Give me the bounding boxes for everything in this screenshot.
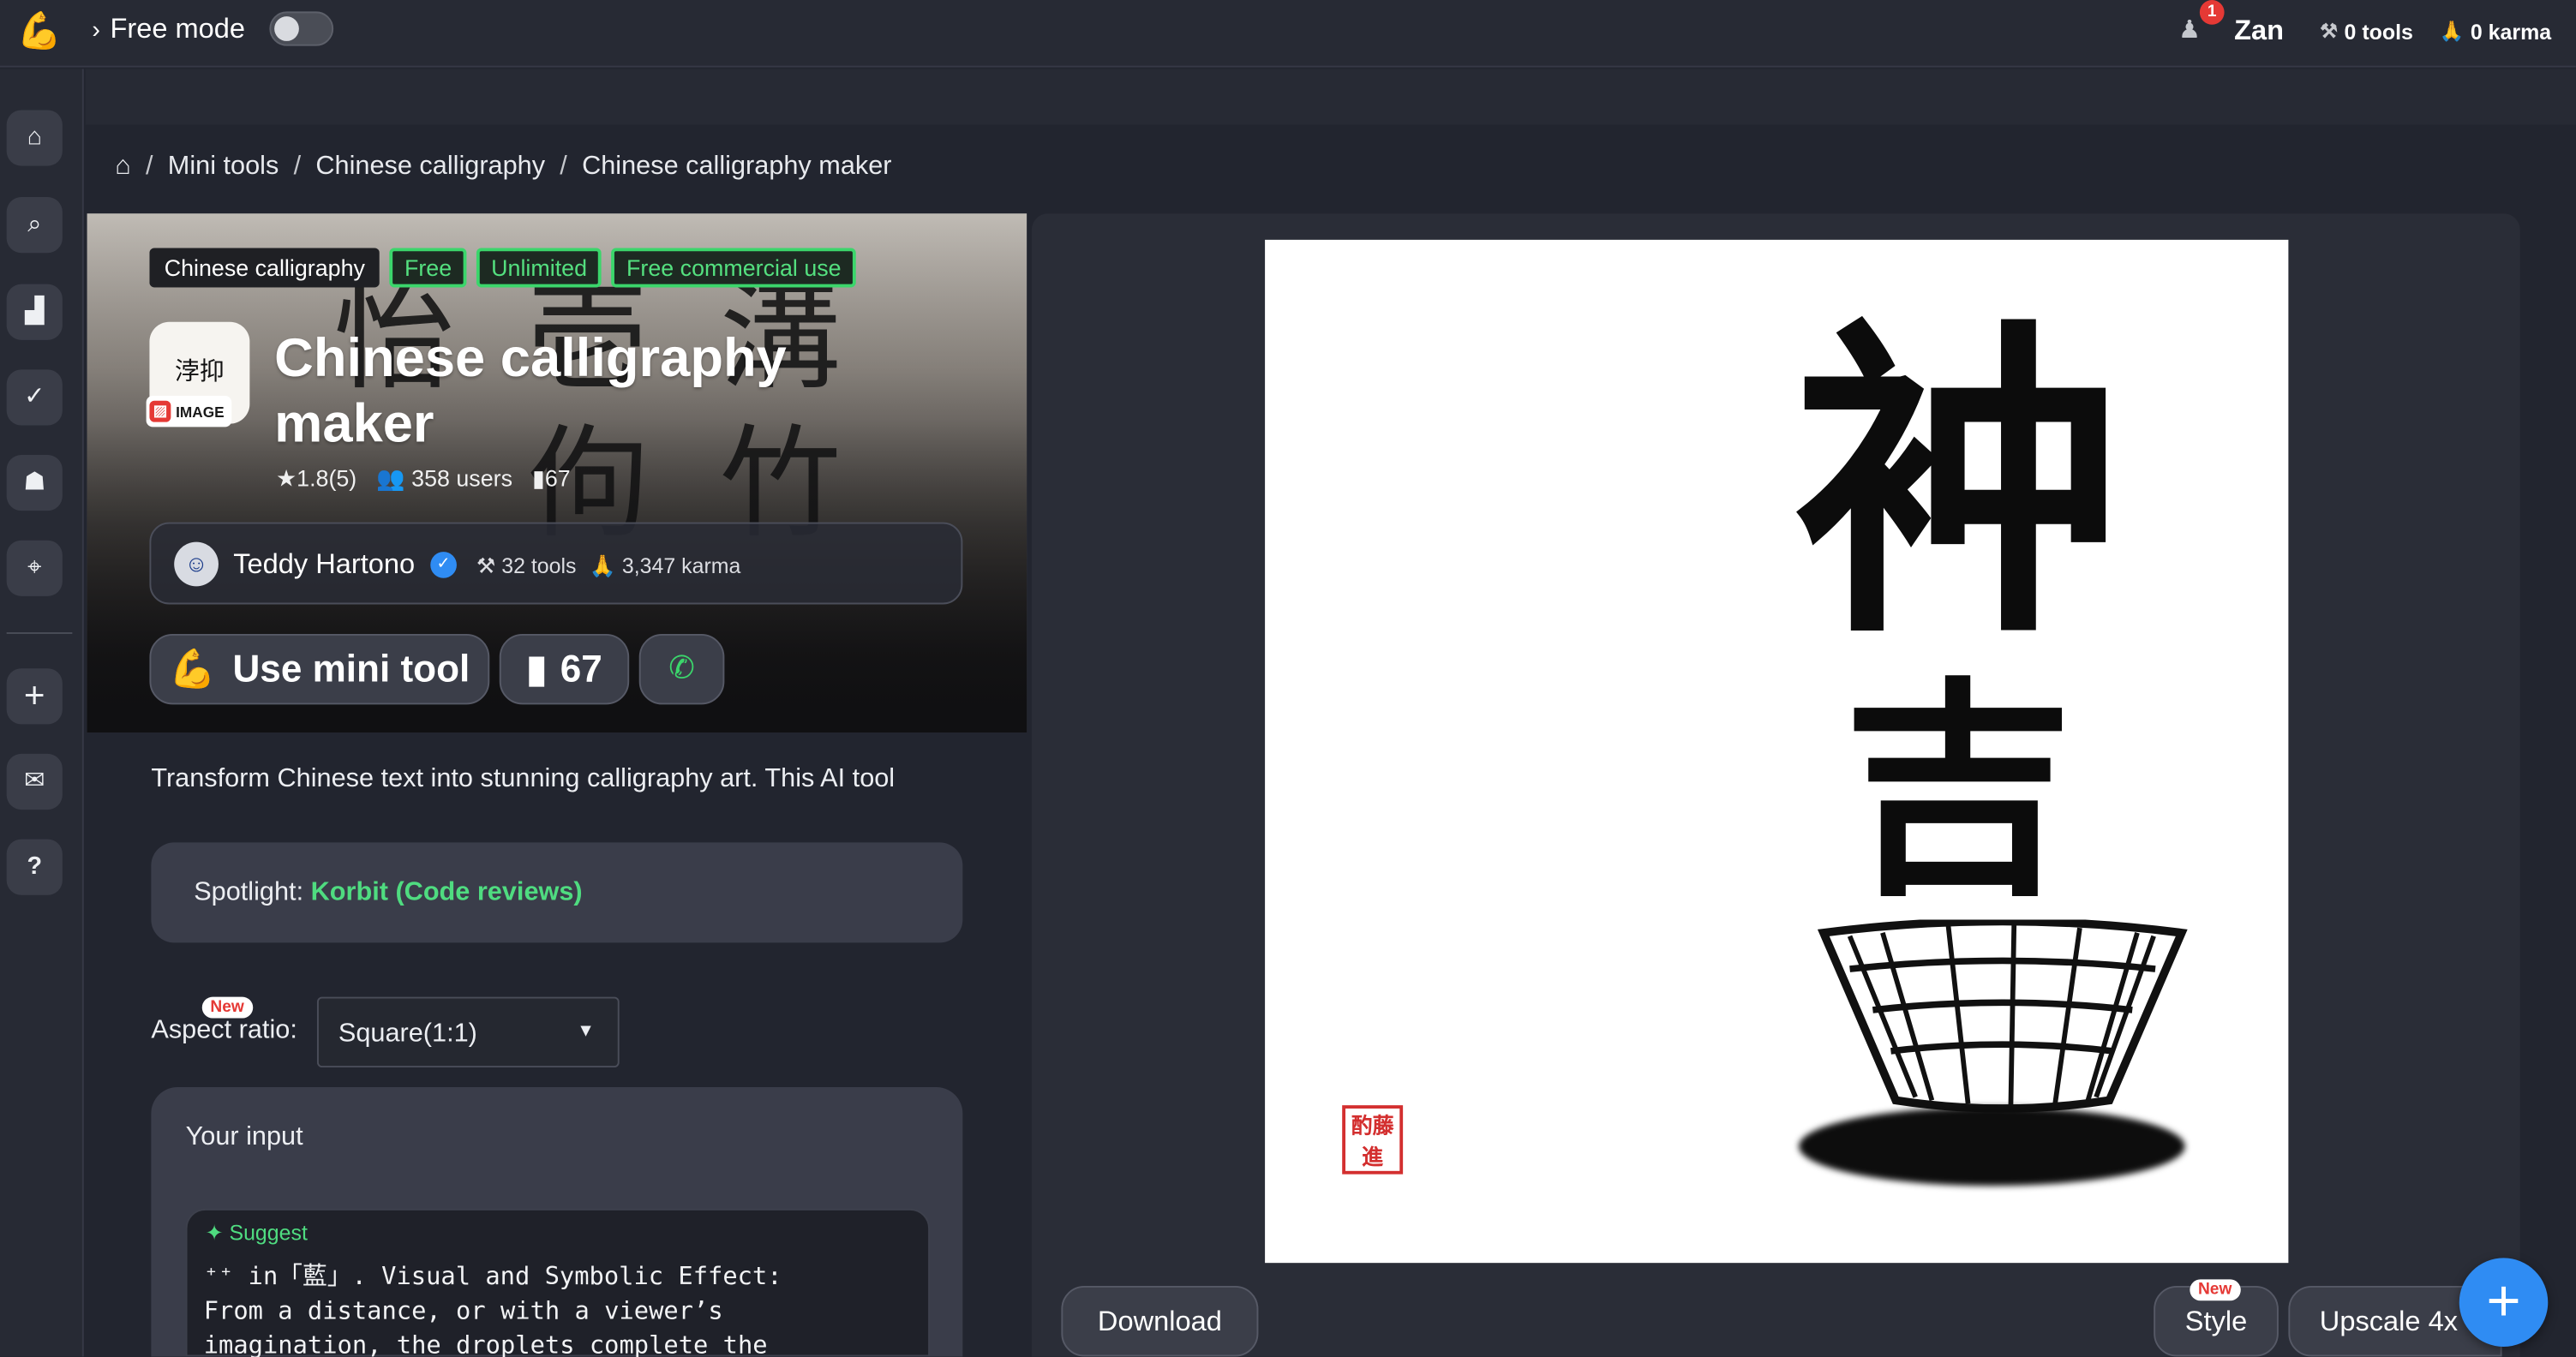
generated-image[interactable]: 衶 吉 酌藤進 <box>1265 239 2289 1264</box>
home-icon[interactable]: ⌂ <box>6 110 63 166</box>
tools-icon: ⚒ <box>2320 20 2338 43</box>
tool-stats: ★1.8(5) 👥 358 users ▮67 <box>276 465 571 493</box>
tool-hero: 怡 壱 溝 佝 竹 Chinese calligraphy Free Unlim… <box>87 213 1027 732</box>
muscle-arm-icon: 💪 <box>169 647 217 690</box>
new-badge: New <box>201 996 253 1019</box>
plus-icon[interactable]: + <box>6 668 63 725</box>
verified-icon: ✓ <box>430 552 457 578</box>
users-stat: 👥 358 users <box>376 464 513 492</box>
tag-free: Free <box>389 248 467 288</box>
breadcrumb-mini-tools[interactable]: Mini tools <box>168 152 279 182</box>
star-icon: ★ <box>276 464 297 492</box>
free-mode-label[interactable]: › Free mode <box>92 13 245 45</box>
bookmarks-stat: ▮67 <box>532 464 571 492</box>
result-actions: Download Style New Upscale 4x <box>1032 1277 2520 1357</box>
bookmark-icon: ▮ <box>526 647 548 690</box>
user-avatar-icon[interactable]: ♟ 1 <box>2178 0 2225 49</box>
sparkle-icon: ✦ <box>205 1220 230 1246</box>
calligraphy-glyph-top: 衶 <box>1794 292 2123 678</box>
rating-stat: ★1.8(5) <box>276 464 357 492</box>
author-stats: ⚒ 32 tools 🙏 3,347 karma <box>476 553 740 580</box>
spotlight-link[interactable]: Korbit (Code reviews) <box>311 879 583 907</box>
author-tools: ⚒ 32 tools <box>476 553 577 578</box>
input-label: Your input <box>185 1123 303 1151</box>
breadcrumb-separator: / <box>293 152 302 181</box>
user-name[interactable]: Zan <box>2234 15 2284 47</box>
ink-splash <box>1799 1107 2185 1187</box>
user-karma-stat: 🙏 0 karma <box>2439 19 2552 44</box>
home-icon[interactable]: ⌂ <box>115 152 131 182</box>
red-seal-stamp: 酌藤進 <box>1342 1105 1404 1175</box>
image-badge: ▨ IMAGE <box>146 395 231 427</box>
spotlight-label: Spotlight: <box>194 878 304 907</box>
plus-icon[interactable]: + <box>2459 1258 2549 1347</box>
download-button[interactable]: Download <box>1061 1286 1259 1357</box>
basket-drawing <box>1817 919 2188 1113</box>
tag-free-commercial-use: Free commercial use <box>611 248 856 288</box>
users-icon: 👥 <box>376 464 412 492</box>
breadcrumb: ⌂ / Mini tools / Chinese calligraphy / C… <box>115 152 891 182</box>
tag-list: Chinese calligraphy Free Unlimited Free … <box>149 248 856 288</box>
author-card[interactable]: ☺ Teddy Hartono ✓ ⚒ 32 tools 🙏 3,347 kar… <box>149 522 963 605</box>
tools-icon: ⚒ <box>476 553 502 578</box>
karma-icon: 🙏 <box>589 553 622 578</box>
help-icon[interactable]: ? <box>6 839 63 895</box>
prompt-text[interactable]: ⁺⁺ in「藍」. Visual and Symbolic Effect: Fr… <box>204 1259 910 1357</box>
sidebar-divider <box>6 632 73 634</box>
sidebar: ⌂ ⌕ ▟ ✓ ☗ ⌖ + ✉ ? <box>0 69 84 1357</box>
top-bar: 💪 › Free mode ♟ 1 Zan ⚒ 0 tools 🙏 0 karma <box>0 0 2576 68</box>
style-new-badge: New <box>2190 1279 2240 1301</box>
author-avatar[interactable]: ☺ <box>174 541 219 587</box>
aspect-ratio-label: Aspect ratio: <box>151 1016 297 1045</box>
tool-description: Transform Chinese text into stunning cal… <box>151 765 896 793</box>
caret-down-icon: ▼ <box>577 1021 595 1042</box>
spotlight-card: Spotlight: Korbit (Code reviews) <box>151 842 963 943</box>
whatsapp-icon: ✆ <box>668 652 695 687</box>
breadcrumb-separator: / <box>145 152 153 181</box>
breadcrumb-current: Chinese calligraphy maker <box>582 152 892 181</box>
search-icon[interactable]: ⌕ <box>6 197 63 254</box>
use-mini-tool-button[interactable]: 💪 Use mini tool <box>149 633 490 705</box>
leaderboard-icon[interactable]: ▟ <box>6 284 63 340</box>
whatsapp-share-button[interactable]: ✆ <box>638 633 725 705</box>
chevron-right-icon: › <box>92 16 100 45</box>
tag-chinese-calligraphy[interactable]: Chinese calligraphy <box>149 248 380 288</box>
user-menu[interactable]: ♟ 1 Zan ⚒ 0 tools 🙏 0 karma <box>2178 0 2565 53</box>
check-icon[interactable]: ✓ <box>6 369 63 426</box>
sub-header-strip <box>85 69 2576 125</box>
aspect-ratio-value: Square(1:1) <box>338 1019 477 1049</box>
free-mode-toggle[interactable] <box>269 11 334 46</box>
tool-actions: 💪 Use mini tool ▮ 67 ✆ <box>149 633 725 705</box>
tag-unlimited: Unlimited <box>476 248 602 288</box>
notification-badge: 1 <box>2199 0 2225 25</box>
author-karma: 🙏 3,347 karma <box>589 553 741 578</box>
mail-icon[interactable]: ✉ <box>6 753 63 810</box>
bookmark-icon: ▮ <box>532 464 545 492</box>
prompt-textarea[interactable]: ✦ Suggest ⁺⁺ in「藍」. Visual and Symbolic … <box>185 1208 931 1357</box>
calligraphy-glyph-middle: 吉 <box>1842 658 2074 929</box>
muscle-arm-icon[interactable]: 💪 <box>16 9 63 55</box>
karma-icon: 🙏 <box>2439 20 2465 43</box>
bookmark-button[interactable]: ▮ 67 <box>499 633 630 705</box>
breadcrumb-separator: / <box>560 152 567 181</box>
input-card: Your input ✦ Suggest ⁺⁺ in「藍」. Visual an… <box>151 1087 963 1357</box>
image-icon: ▨ <box>149 400 171 422</box>
user-tools-stat: ⚒ 0 tools <box>2320 19 2413 44</box>
aspect-ratio-select[interactable]: Square(1:1) ▼ <box>316 996 620 1068</box>
ghost-icon[interactable]: ☗ <box>6 455 63 511</box>
author-name[interactable]: Teddy Hartono <box>233 548 415 581</box>
suggest-button[interactable]: ✦ Suggest <box>206 1220 308 1246</box>
tool-title: Chinese calligraphy maker <box>274 326 787 454</box>
location-icon[interactable]: ⌖ <box>6 540 63 596</box>
breadcrumb-chinese-calligraphy[interactable]: Chinese calligraphy <box>315 152 545 182</box>
